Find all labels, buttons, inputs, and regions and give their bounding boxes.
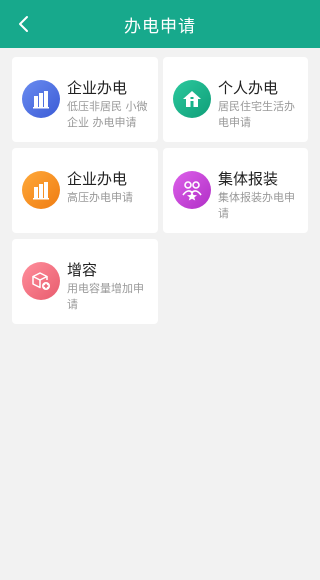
card-capacity-increase[interactable]: 增容 用电容量增加申请: [12, 239, 158, 324]
card-title: 企业办电: [67, 79, 128, 97]
box-plus-icon: [22, 262, 60, 300]
card-group-install[interactable]: 集体报装 集体报装办电申请: [163, 148, 308, 233]
group-icon: [173, 171, 211, 209]
card-title: 个人办电: [218, 79, 279, 97]
card-title: 企业办电: [67, 170, 128, 188]
app-header: 办电申请: [0, 0, 320, 48]
card-enterprise-low-voltage[interactable]: 企业办电 低压非居民 小微企业 办电申请: [12, 57, 158, 142]
card-description: 用电容量增加申请: [67, 282, 144, 311]
card-description: 居民住宅生活办电申请: [218, 100, 295, 129]
card-description: 低压非居民 小微企业 办电申请: [67, 100, 148, 129]
card-title: 增容: [67, 261, 98, 279]
chevron-left-icon: [19, 16, 28, 32]
card-description: 高压办电申请: [67, 191, 133, 204]
card-personal[interactable]: 个人办电 居民住宅生活办电申请: [163, 57, 308, 142]
building-icon: [22, 171, 60, 209]
card-enterprise-high-voltage[interactable]: 企业办电 高压办电申请: [12, 148, 158, 233]
page-title: 办电申请: [124, 16, 196, 37]
card-title: 集体报装: [218, 170, 279, 188]
back-button[interactable]: [10, 10, 38, 38]
card-description: 集体报装办电申请: [218, 191, 295, 220]
building-icon: [22, 80, 60, 118]
home-icon: [173, 80, 211, 118]
